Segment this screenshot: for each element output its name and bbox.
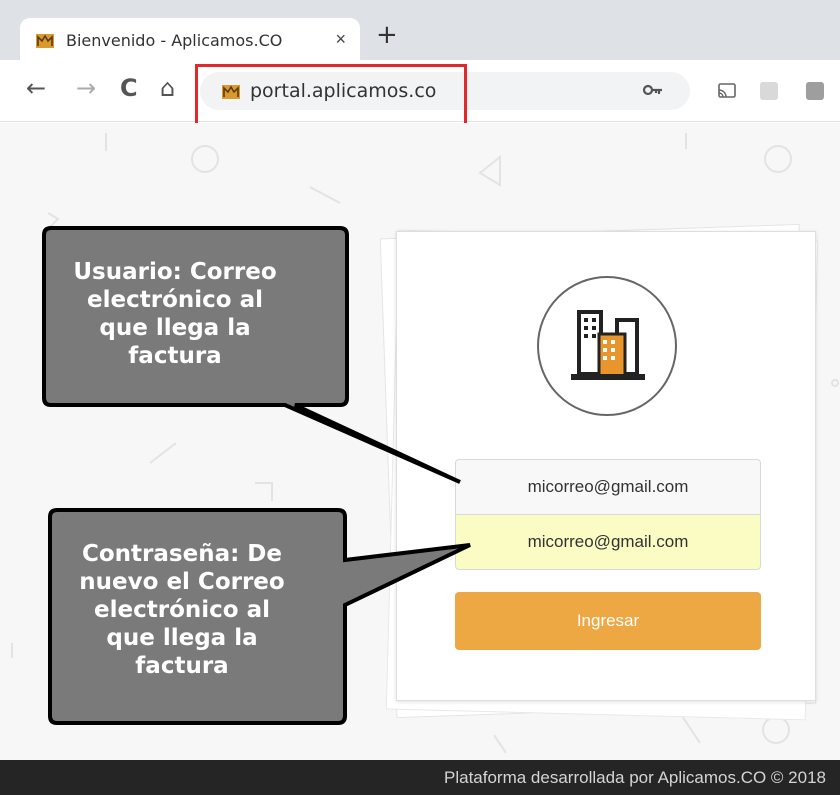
browser-tab[interactable]: Bienvenido - Aplicamos.CO ×: [20, 18, 360, 62]
tab-close-icon[interactable]: ×: [335, 29, 346, 50]
pdf-extension-icon[interactable]: [760, 82, 778, 100]
email-field[interactable]: micorreo@gmail.com: [455, 459, 761, 515]
callout-usuario-text: Usuario: Correo electrónico al que llega…: [55, 258, 295, 370]
google-extension-icon[interactable]: [806, 82, 824, 100]
callout-line: nuevo el Correo: [79, 569, 285, 595]
aplicamos-logo: [537, 276, 677, 416]
reload-button[interactable]: C: [120, 74, 138, 102]
callout-line: electrónico al: [94, 597, 270, 623]
url-highlight-box: [195, 64, 467, 126]
back-button[interactable]: ←: [26, 74, 46, 102]
callout-line: Usuario: Correo: [73, 259, 277, 285]
callout-line: electrónico al: [87, 287, 263, 313]
callout-line: que llega la: [106, 625, 258, 651]
footer-text: Plataforma desarrollada por Aplicamos.CO…: [444, 767, 826, 787]
aplicamos-favicon-icon: [36, 34, 54, 48]
building-logo-icon: [571, 310, 645, 380]
page-footer: Plataforma desarrollada por Aplicamos.CO…: [0, 760, 840, 795]
new-tab-button[interactable]: +: [376, 20, 398, 50]
password-field[interactable]: micorreo@gmail.com: [455, 514, 761, 570]
login-card: micorreo@gmail.com micorreo@gmail.com In…: [396, 231, 816, 701]
callout-contrasena-text: Contraseña: De nuevo el Correo electróni…: [62, 540, 302, 680]
key-icon[interactable]: [642, 80, 664, 100]
cast-icon[interactable]: [718, 82, 736, 100]
ingresar-button[interactable]: Ingresar: [455, 592, 761, 650]
tab-title: Bienvenido - Aplicamos.CO: [66, 30, 283, 50]
browser-titlebar: Bienvenido - Aplicamos.CO × +: [0, 0, 840, 62]
forward-button[interactable]: →: [76, 74, 96, 102]
callout-line: factura: [135, 653, 229, 679]
callout-line: factura: [128, 343, 222, 369]
home-button[interactable]: ⌂: [160, 74, 175, 102]
callout-line: que llega la: [99, 315, 251, 341]
callout-line: Contraseña: De: [82, 541, 282, 567]
